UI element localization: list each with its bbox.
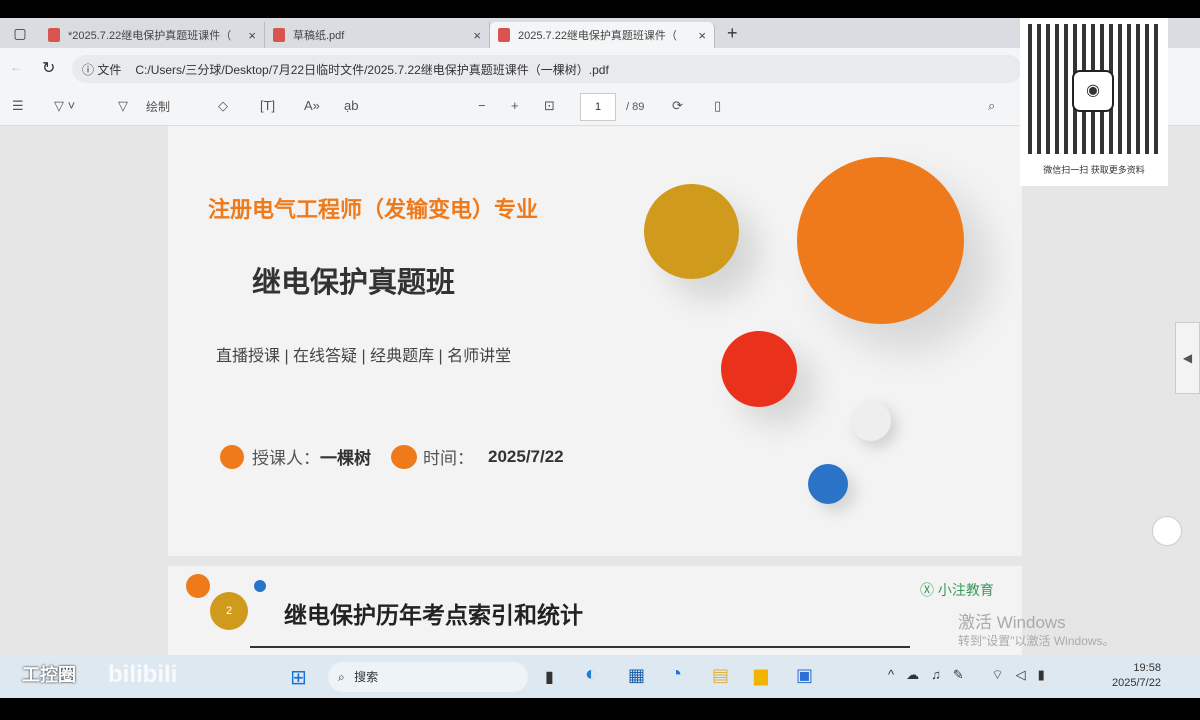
section-title: 继电保护历年考点索引和统计 bbox=[284, 602, 583, 628]
pdf-icon bbox=[498, 28, 510, 42]
new-tab-button[interactable]: + bbox=[727, 23, 738, 44]
refresh-icon[interactable]: ↻ bbox=[42, 58, 55, 78]
lecturer-label: 授课人： bbox=[252, 449, 320, 468]
white-circle bbox=[851, 401, 891, 441]
qr-code-overlay: ◉ 微信扫一扫 获取更多资料 bbox=[1020, 18, 1168, 186]
folder-icon[interactable]: ▤ bbox=[712, 665, 729, 686]
tab-title: 2025.7.22继电保护真题班课件（ bbox=[518, 30, 677, 42]
lecture-date: 2025/7/22 bbox=[488, 446, 564, 466]
tab-1[interactable]: *2025.7.22继电保护真题班课件（ × bbox=[40, 22, 265, 48]
brand-logo: Ⓧ 小注教育 bbox=[920, 582, 994, 598]
time-label: 时间： bbox=[423, 449, 474, 468]
blue-circle bbox=[808, 464, 848, 504]
person-icon bbox=[220, 444, 244, 469]
activation-watermark-text: 转到"设置"以激活 Windows。 bbox=[958, 634, 1115, 648]
gold-circle bbox=[644, 184, 739, 279]
activation-watermark-title: 激活 Windows bbox=[958, 613, 1066, 632]
page-view-icon[interactable]: ▯ bbox=[714, 98, 721, 114]
taskbar: 工控圈 bilibili ⊞ ⌕ 搜索 ▮ ◐ ▦ ◔ ▤ ▆ ▣ ^☁♫✎ ⌔… bbox=[0, 655, 1200, 698]
eraser-icon[interactable]: ◇ bbox=[218, 98, 228, 114]
section-number: 2 bbox=[210, 592, 248, 630]
lecturer-row: 授课人： 一棵树 时间： 2025/7/22 bbox=[220, 444, 564, 469]
draw-icon[interactable]: ▽ bbox=[118, 98, 128, 114]
pdf-icon bbox=[48, 28, 60, 42]
orange-circle bbox=[797, 157, 964, 324]
document-viewer[interactable]: 注册电气工程师（发输变电）专业 继电保护真题班 直播授课 | 在线答疑 | 经典… bbox=[0, 126, 1200, 666]
search-placeholder: 搜索 bbox=[354, 670, 379, 684]
search-icon[interactable]: ⌕ bbox=[988, 98, 995, 114]
system-tray-icons[interactable]: ^☁♫✎ ⌔◁▮ bbox=[888, 667, 1057, 683]
start-icon[interactable]: ⊞ bbox=[290, 665, 307, 690]
sidebar-expand-button[interactable]: ◀ bbox=[1175, 322, 1200, 394]
slide-features: 直播授课 | 在线答疑 | 经典题库 | 名师讲堂 bbox=[216, 348, 512, 365]
page-total: / 89 bbox=[626, 101, 645, 113]
zoom-out-button[interactable]: − bbox=[478, 98, 486, 113]
pdf-icon bbox=[273, 28, 285, 42]
close-tab-button[interactable]: × bbox=[248, 28, 256, 43]
read-aloud-icon[interactable]: A» bbox=[304, 98, 320, 113]
store-icon[interactable]: ▦ bbox=[628, 665, 645, 686]
blue-dot bbox=[254, 580, 266, 592]
app2-icon[interactable]: ▣ bbox=[796, 665, 813, 686]
avatar[interactable] bbox=[1152, 516, 1182, 546]
task-view-icon[interactable]: ▮ bbox=[545, 667, 554, 687]
back-icon[interactable]: ← bbox=[10, 60, 22, 74]
file-label: 文件 bbox=[97, 62, 122, 77]
close-tab-button[interactable]: × bbox=[698, 28, 706, 43]
lecturer-name: 一棵树 bbox=[320, 449, 371, 468]
rotate-icon[interactable]: ⟳ bbox=[672, 98, 683, 114]
tab-actions-icon[interactable]: ▢ bbox=[0, 25, 40, 42]
contents-icon[interactable]: ☰ bbox=[12, 98, 24, 114]
app-icon[interactable]: ◔ bbox=[670, 663, 682, 686]
red-circle bbox=[721, 331, 797, 407]
tab-2[interactable]: 草稿纸.pdf × bbox=[265, 22, 490, 48]
table-top-border bbox=[250, 646, 910, 648]
slide-title: 继电保护真题班 bbox=[252, 267, 456, 299]
highlight-icon[interactable]: ▽ ˅ bbox=[54, 98, 75, 114]
wechat-icon: ◉ bbox=[1072, 70, 1114, 112]
tab-3-active[interactable]: 2025.7.22继电保护真题班课件（ × bbox=[490, 22, 715, 48]
brand-name: 小注教育 bbox=[937, 582, 994, 598]
tab-title: 草稿纸.pdf bbox=[293, 30, 345, 42]
clock-date: 2025/7/22 bbox=[1112, 677, 1161, 689]
clock[interactable]: 19:58 2025/7/22 bbox=[1112, 661, 1161, 691]
slide-1: 注册电气工程师（发输变电）专业 继电保护真题班 直播授课 | 在线答疑 | 经典… bbox=[168, 126, 1022, 556]
tab-title: *2025.7.22继电保护真题班课件（ bbox=[68, 30, 232, 42]
taskbar-search[interactable]: ⌕ 搜索 bbox=[328, 662, 528, 692]
clock-time: 19:58 bbox=[1133, 662, 1161, 674]
close-tab-button[interactable]: × bbox=[473, 28, 481, 43]
edge-icon[interactable]: ◐ bbox=[585, 663, 597, 686]
file-explorer-icon[interactable]: ▆ bbox=[754, 665, 768, 686]
page-number-input[interactable]: 1 bbox=[580, 93, 616, 121]
draw-button[interactable]: 绘制 bbox=[146, 98, 170, 115]
url-text: C:/Users/三分球/Desktop/7月22日临时文件/2025.7.22… bbox=[135, 62, 609, 77]
overlay-watermark: 工控圈 bbox=[22, 665, 76, 685]
info-icon: ⓘ bbox=[82, 62, 98, 77]
address-input[interactable]: ⓘ 文件 C:/Users/三分球/Desktop/7月22日临时文件/2025… bbox=[72, 55, 1022, 83]
zoom-in-button[interactable]: + bbox=[511, 98, 519, 113]
bilibili-watermark: bilibili bbox=[108, 661, 178, 688]
qr-caption: 微信扫一扫 获取更多资料 bbox=[1043, 165, 1145, 175]
calendar-icon bbox=[391, 444, 417, 469]
orange-dot bbox=[186, 574, 210, 598]
slide-2: 2 继电保护历年考点索引和统计 Ⓧ 小注教育 bbox=[168, 566, 1022, 666]
slide-subtitle: 注册电气工程师（发输变电）专业 bbox=[208, 197, 539, 222]
fit-page-icon[interactable]: ⊡ bbox=[544, 98, 555, 114]
translate-icon[interactable]: ạb bbox=[344, 98, 358, 113]
text-icon[interactable]: [T] bbox=[260, 98, 275, 113]
